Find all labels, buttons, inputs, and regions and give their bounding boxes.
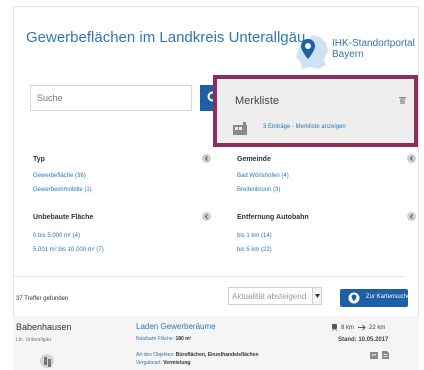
clipboard-icon — [233, 122, 247, 135]
page-title: Gewerbeflächen im Landkreis Unterallgäu — [26, 29, 306, 46]
result-dist-rail: 8 km — [341, 324, 355, 331]
facet-gemeinde-heading: Gemeinde — [237, 156, 271, 163]
building-icon — [40, 354, 54, 368]
chevron-left-icon — [409, 156, 413, 161]
merkliste-title: Merkliste — [235, 95, 280, 107]
facet-gemeinde-toggle[interactable] — [407, 154, 416, 163]
map-search-button[interactable]: Zur Kartensuche — [340, 289, 411, 307]
facet-typ-item[interactable]: Gewerbeimmobilie (1) — [33, 187, 92, 193]
merkliste-panel: Merkliste 3 Einträge - Merkliste anzeige… — [213, 75, 418, 147]
result-city: Babenhausen — [16, 322, 72, 332]
facet-autobahn-item[interactable]: bis 1 km (14) — [237, 233, 272, 239]
facet-autobahn-toggle[interactable] — [407, 212, 416, 221]
facet-unbebaute-item[interactable]: 0 bis 5.000 m² (4) — [33, 233, 80, 239]
result-area: Nutzbare Fläche: 180 m² — [136, 336, 191, 342]
facet-unbebaute-heading: Unbebaute Fläche — [33, 214, 94, 221]
highway-icon — [358, 324, 366, 331]
facet-typ-item[interactable]: Gewerbefläche (36) — [33, 173, 86, 179]
facet-gemeinde-item[interactable]: Breitenbrunn (3) — [237, 187, 280, 193]
result-type-label: Art des Objektes: — [136, 352, 175, 358]
bavaria-map-icon — [296, 35, 328, 69]
result-contract: Vergabeart: Vermietung — [136, 360, 190, 366]
result-type: Art des Objektes: Büroflächen, Einzelhan… — [136, 352, 259, 358]
merkliste-link[interactable]: 3 Einträge - Merkliste anzeigen — [263, 124, 346, 130]
document-icon[interactable] — [382, 351, 389, 359]
logo-text-line2: Bayern — [332, 49, 364, 60]
search-input[interactable] — [30, 85, 192, 111]
facet-autobahn-item[interactable]: bis 5 km (22) — [237, 247, 272, 253]
result-dist-road: 22 km — [369, 324, 386, 331]
ihk-logo[interactable]: IHK-Standortportal Bayern — [292, 33, 415, 69]
facet-typ-heading: Typ — [33, 156, 45, 163]
result-area-value: 180 m² — [175, 336, 192, 342]
trash-icon[interactable] — [399, 96, 406, 104]
results-count: 37 Treffer gefunden — [16, 296, 69, 302]
map-search-label: Zur Kartensuche — [366, 294, 411, 300]
chevron-left-icon — [204, 214, 208, 219]
facet-autobahn-heading: Entfernung Autobahn — [237, 214, 309, 221]
clipboard-add-icon[interactable] — [370, 351, 378, 359]
result-type-value: Büroflächen, Einzelhandelsflächen — [175, 352, 259, 358]
result-stand-date: Stand: 10.05.2017 — [338, 337, 389, 343]
result-region: Lkr. Unterallgäu — [16, 337, 52, 343]
map-pin-icon — [348, 292, 360, 304]
facet-gemeinde-item[interactable]: Bad Wörishofen (4) — [237, 173, 289, 179]
sort-dropdown-arrow[interactable] — [312, 288, 321, 304]
train-icon — [332, 324, 337, 331]
chevron-left-icon — [409, 214, 413, 219]
sort-selected-value: Aktualität absteigend — [232, 292, 307, 301]
result-contract-value: Vermietung — [163, 360, 191, 366]
result-actions — [370, 351, 389, 359]
facet-typ-toggle[interactable] — [202, 154, 211, 163]
sort-select[interactable]: Aktualität absteigend — [228, 287, 322, 305]
chevron-down-icon — [314, 294, 320, 298]
result-title-link[interactable]: Laden Gewerberäume — [136, 322, 216, 331]
section-divider — [12, 276, 404, 277]
result-contract-label: Vergabeart: — [136, 360, 162, 366]
logo-text-line1: IHK-Standortportal — [332, 38, 415, 49]
facet-unbebaute-toggle[interactable] — [202, 212, 211, 221]
result-area-label: Nutzbare Fläche: — [136, 336, 175, 342]
merkliste-entries[interactable]: 3 Einträge - Merkliste anzeigen — [227, 119, 395, 139]
facet-unbebaute-item[interactable]: 5.001 m² bis 10.000 m² (7) — [33, 247, 104, 253]
result-distances: 8 km 22 km — [331, 324, 385, 331]
chevron-left-icon — [204, 156, 208, 161]
